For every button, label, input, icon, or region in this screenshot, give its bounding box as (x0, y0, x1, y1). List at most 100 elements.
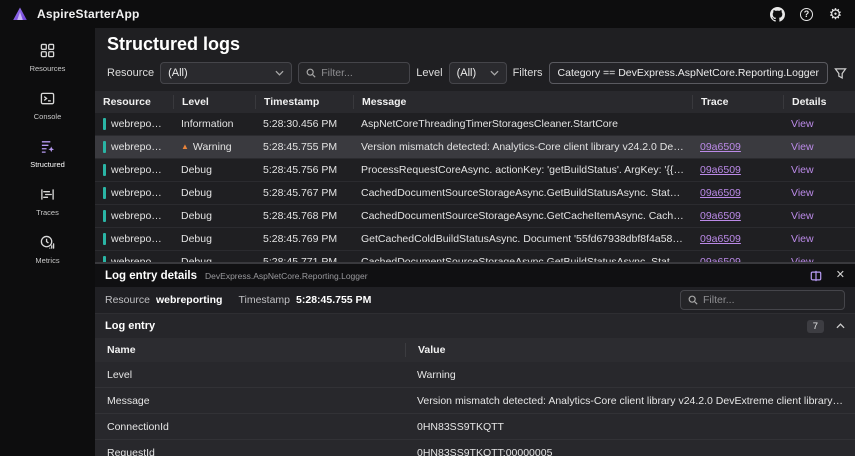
column-header-resource: Resource (95, 95, 173, 109)
log-table-row[interactable]: webreporting ▲ Debug 5:28:45.767 PM Cach… (95, 182, 855, 205)
structured-logs-table: Resource Level Timestamp Message Trace D… (95, 91, 855, 274)
resource-color-bar (103, 187, 106, 199)
column-header-level: Level (173, 95, 255, 109)
metrics-icon (37, 232, 58, 253)
sidebar: Resources Console Structured (0, 28, 95, 456)
sidebar-item-metrics[interactable]: Metrics (13, 228, 83, 269)
details-cell: View (783, 210, 855, 222)
level-text: Information (181, 118, 234, 130)
category-filter-chip[interactable]: Category == DevExpress.AspNetCore.Report… (549, 62, 828, 84)
level-text: Debug (181, 164, 212, 176)
filter-toolbar-right: Level (All) Filters Category == DevExpre… (298, 62, 847, 84)
level-filter-select[interactable]: (All) (449, 62, 507, 84)
resource-name: webreporting (111, 210, 165, 222)
sidebar-item-console[interactable]: Console (13, 84, 83, 125)
close-icon[interactable]: ✕ (836, 270, 845, 281)
details-view-link[interactable]: View (791, 141, 814, 153)
topbar-actions: ? ⚙ (770, 7, 843, 22)
property-value: 0HN83SS9TKQTT (405, 421, 855, 433)
trace-link[interactable]: 09a6509 (700, 141, 741, 153)
details-view-link[interactable]: View (791, 187, 814, 199)
resource-color-bar (103, 141, 106, 153)
resource-filter-value: (All) (168, 67, 269, 79)
resource-filter-label: Resource (107, 67, 154, 79)
sidebar-label-resources: Resources (30, 64, 66, 73)
timestamp-cell: 5:28:30.456 PM (255, 118, 353, 130)
property-value: Version mismatch detected: Analytics-Cor… (405, 395, 855, 407)
trace-link[interactable]: 09a6509 (700, 164, 741, 176)
trace-link[interactable]: 09a6509 (700, 233, 741, 245)
timestamp-cell: 5:28:45.768 PM (255, 210, 353, 222)
level-cell: ▲ Debug (173, 233, 255, 245)
resource-color-bar (103, 210, 106, 222)
log-table-row[interactable]: webreporting ▲ Warning 5:28:45.755 PM Ve… (95, 136, 855, 159)
help-icon[interactable]: ? (799, 7, 814, 22)
resource-color-bar (103, 164, 106, 176)
property-name: RequestId (95, 447, 405, 456)
resources-icon (37, 40, 58, 61)
message-cell: CachedDocumentSourceStorageAsync.GetBuil… (353, 187, 692, 199)
sidebar-label-metrics: Metrics (35, 256, 59, 265)
traces-icon (37, 184, 58, 205)
property-row[interactable]: ConnectionId 0HN83SS9TKQTT (95, 414, 855, 440)
level-cell: ▲ Debug (173, 187, 255, 199)
timestamp-cell: 5:28:45.755 PM (255, 141, 353, 153)
trace-link[interactable]: 09a6509 (700, 187, 741, 199)
sidebar-item-traces[interactable]: Traces (13, 180, 83, 221)
property-row[interactable]: RequestId 0HN83SS9TKQTT:00000005 (95, 440, 855, 456)
property-value: 0HN83SS9TKQTT:00000005 (405, 447, 855, 456)
trace-cell: 09a6509 (692, 233, 783, 245)
filters-label: Filters (513, 67, 543, 79)
message-cell: ProcessRequestCoreAsync. actionKey: 'get… (353, 164, 692, 176)
structured-logs-icon (37, 136, 58, 157)
details-panel-actions: ✕ (810, 270, 845, 282)
level-filter-value: (All) (457, 67, 484, 79)
filter-toolbar: Resource (All) Level (All) (95, 57, 855, 89)
log-table-row[interactable]: webreporting ▲ Information 5:28:30.456 P… (95, 113, 855, 136)
details-view-link[interactable]: View (791, 210, 814, 222)
trace-cell: 09a6509 (692, 141, 783, 153)
level-text: Debug (181, 233, 212, 245)
trace-link[interactable]: 09a6509 (700, 210, 741, 222)
log-search-input[interactable] (321, 67, 402, 79)
app-title: AspireStarterApp (37, 7, 140, 21)
details-filter-input[interactable] (703, 294, 837, 306)
log-table-row[interactable]: webreporting ▲ Debug 5:28:45.756 PM Proc… (95, 159, 855, 182)
property-value: Warning (405, 369, 855, 381)
level-filter-label: Level (416, 67, 442, 79)
log-table-row[interactable]: webreporting ▲ Debug 5:28:45.768 PM Cach… (95, 205, 855, 228)
details-filter-box[interactable] (680, 290, 845, 310)
log-entry-section-title: Log entry (105, 320, 155, 332)
details-resource-value: webreporting (156, 294, 223, 306)
resource-name: webreporting (111, 187, 165, 199)
sidebar-item-structured[interactable]: Structured (13, 132, 83, 173)
resource-name: webreporting (111, 141, 165, 153)
level-cell: ▲ Warning (173, 141, 255, 153)
details-view-link[interactable]: View (791, 233, 814, 245)
details-cell: View (783, 233, 855, 245)
log-table-row[interactable]: webreporting ▲ Debug 5:28:45.769 PM GetC… (95, 228, 855, 251)
level-text: Debug (181, 210, 212, 222)
main-content: Structured logs Resource (All) Level (95, 28, 855, 456)
sidebar-item-resources[interactable]: Resources (13, 36, 83, 77)
property-row[interactable]: Message Version mismatch detected: Analy… (95, 388, 855, 414)
property-row[interactable]: Level Warning (95, 362, 855, 388)
property-name: Message (95, 395, 405, 407)
details-view-link[interactable]: View (791, 118, 814, 130)
github-icon[interactable] (770, 7, 785, 22)
filter-funnel-icon[interactable] (834, 67, 847, 80)
settings-icon[interactable]: ⚙ (828, 7, 843, 22)
timestamp-cell: 5:28:45.767 PM (255, 187, 353, 199)
log-search-box[interactable] (298, 62, 410, 84)
chevron-up-icon[interactable] (836, 323, 845, 329)
log-entry-details-panel: Log entry details DevExpress.AspNetCore.… (95, 262, 855, 456)
resource-cell: webreporting (95, 187, 173, 199)
resource-name: webreporting (111, 164, 165, 176)
column-header-trace: Trace (692, 95, 783, 109)
details-timestamp-value: 5:28:45.755 PM (296, 294, 371, 306)
details-view-link[interactable]: View (791, 164, 814, 176)
split-panel-icon[interactable] (810, 270, 822, 282)
resource-cell: webreporting (95, 210, 173, 222)
resource-filter-select[interactable]: (All) (160, 62, 292, 84)
top-bar: AspireStarterApp ? ⚙ (0, 0, 855, 28)
